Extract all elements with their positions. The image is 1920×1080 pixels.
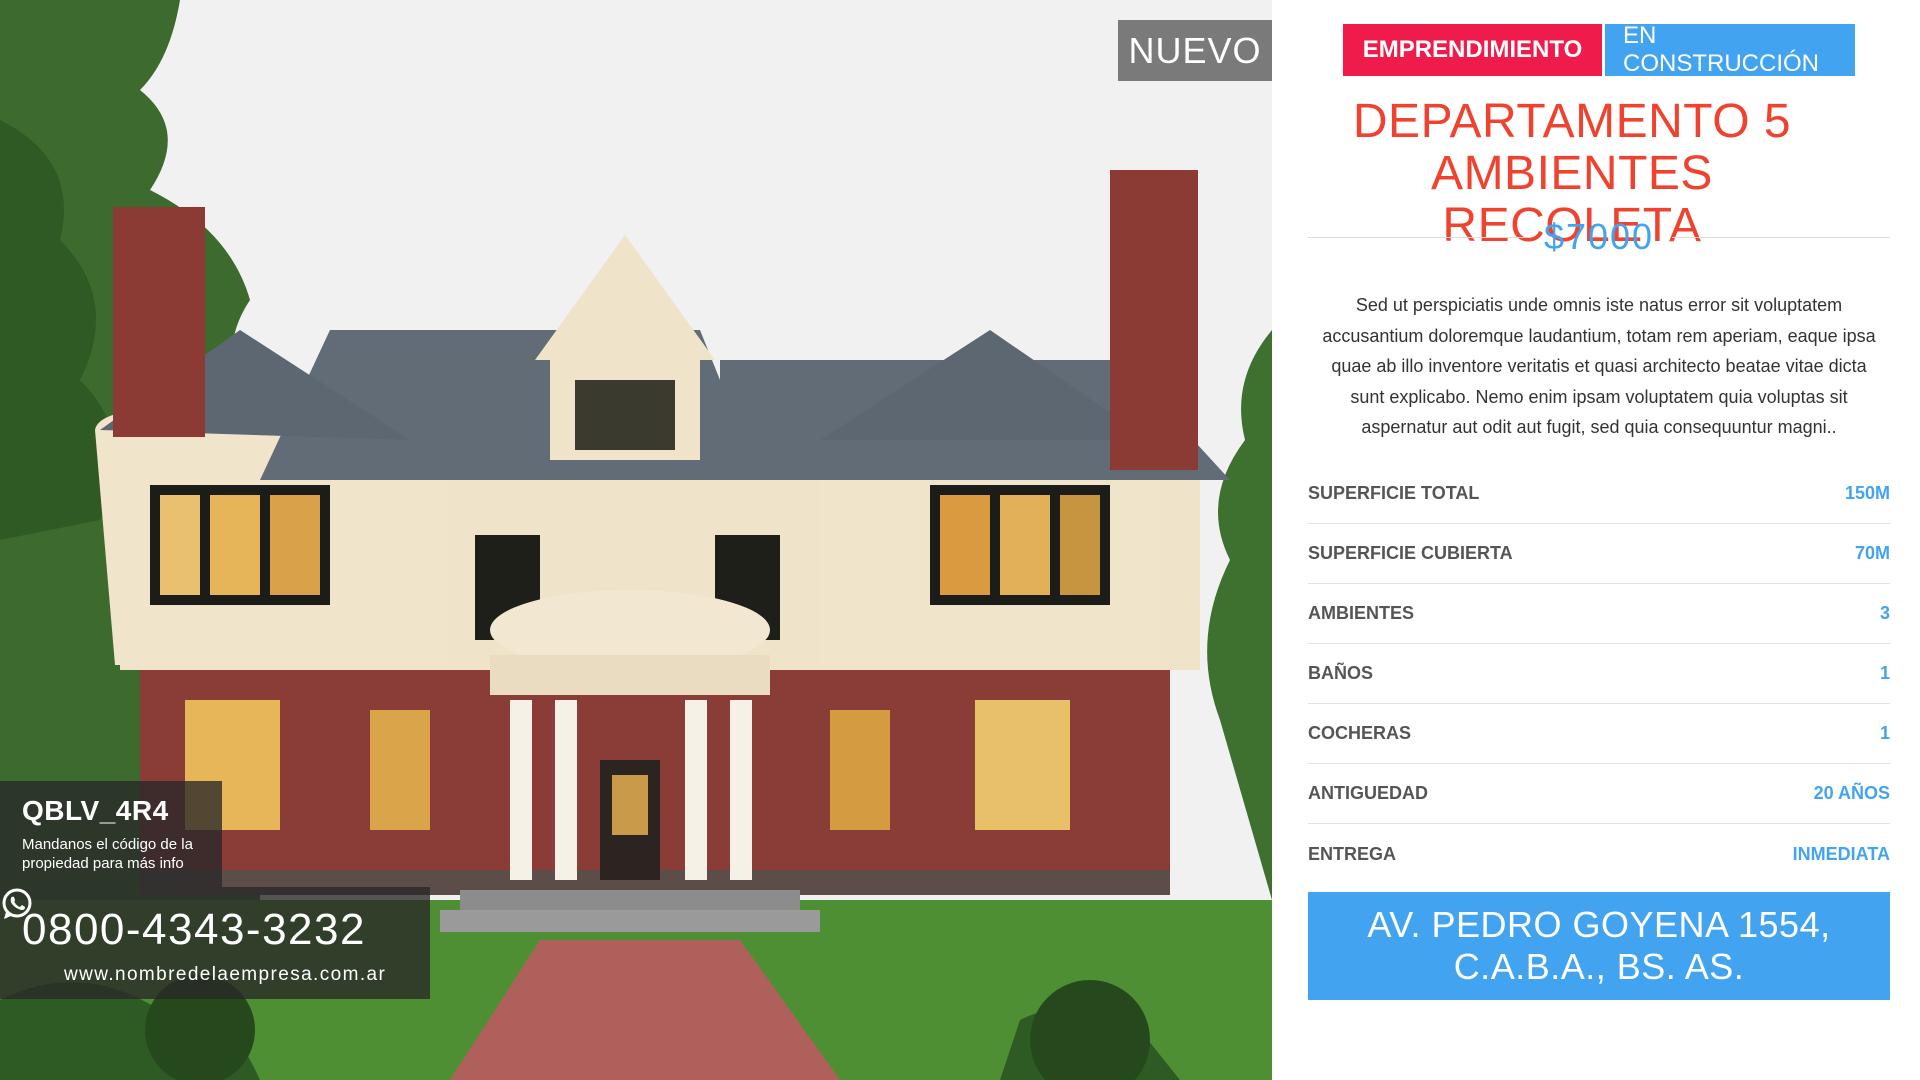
property-code-box: QBLV_4R4 Mandanos el código de la propie… (0, 781, 222, 887)
contact-box: 0800-4343-3232 www.nombredelaempresa.com… (0, 887, 430, 999)
phone-number[interactable]: 0800-4343-3232 (22, 905, 366, 955)
property-code: QBLV_4R4 (22, 795, 169, 826)
website-link[interactable]: www.nombredelaempresa.com.ar (64, 964, 430, 986)
spec-label: BAÑOS (1308, 663, 1374, 683)
spec-label: COCHERAS (1308, 723, 1412, 743)
spec-label: SUPERFICIE TOTAL (1308, 483, 1480, 503)
spec-value: 70M (1854, 543, 1890, 563)
spec-row-ambientes: AMBIENTES 3 (1308, 584, 1890, 644)
listing-panel: EMPRENDIMIENTO EN CONSTRUCCIÓN DEPARTAME… (1272, 0, 1920, 1080)
whatsapp-icon (2, 888, 32, 919)
spec-row-cocheras: COCHERAS 1 (1308, 704, 1890, 764)
spec-label: ANTIGUEDAD (1308, 783, 1428, 803)
address-banner: AV. PEDRO GOYENA 1554, C.A.B.A., BS. AS. (1308, 892, 1890, 1000)
listing-description: Sed ut perspiciatis unde omnis iste natu… (1322, 295, 1876, 437)
price-row: $7000 (1308, 216, 1890, 258)
property-photo: NUEVO QBLV_4R4 Mandanos el código de la … (0, 0, 1272, 1080)
spec-value: 150M (1844, 483, 1890, 503)
spec-value: INMEDIATA (1792, 843, 1890, 864)
spec-label: AMBIENTES (1308, 603, 1415, 623)
spec-value: 20 AÑOS (1813, 783, 1890, 803)
spec-row-superficie-cubierta: SUPERFICIE CUBIERTA 70M (1308, 524, 1890, 584)
new-badge: NUEVO (1118, 20, 1272, 81)
spec-label: ENTREGA (1308, 843, 1397, 864)
specs-table: SUPERFICIE TOTAL 150M SUPERFICIE CUBIERT… (1308, 464, 1890, 884)
listing-price: $7000 (1543, 216, 1655, 257)
spec-row-entrega: ENTREGA INMEDIATA (1308, 824, 1890, 884)
spec-label: SUPERFICIE CUBIERTA (1308, 543, 1513, 563)
tag-en-construccion: EN CONSTRUCCIÓN (1605, 22, 1855, 77)
spec-value: 1 (1879, 723, 1890, 743)
spec-value: 3 (1879, 603, 1890, 623)
property-code-hint: Mandanos el código de la propiedad para … (22, 836, 193, 872)
spec-row-banos: BAÑOS 1 (1308, 644, 1890, 704)
tag-emprendimiento: EMPRENDIMIENTO (1343, 24, 1602, 76)
spec-row-superficie-total: SUPERFICIE TOTAL 150M (1308, 464, 1890, 524)
spec-row-antiguedad: ANTIGUEDAD 20 AÑOS (1308, 764, 1890, 824)
tag-group: EMPRENDIMIENTO EN CONSTRUCCIÓN (1343, 22, 1855, 77)
spec-value: 1 (1879, 663, 1890, 683)
